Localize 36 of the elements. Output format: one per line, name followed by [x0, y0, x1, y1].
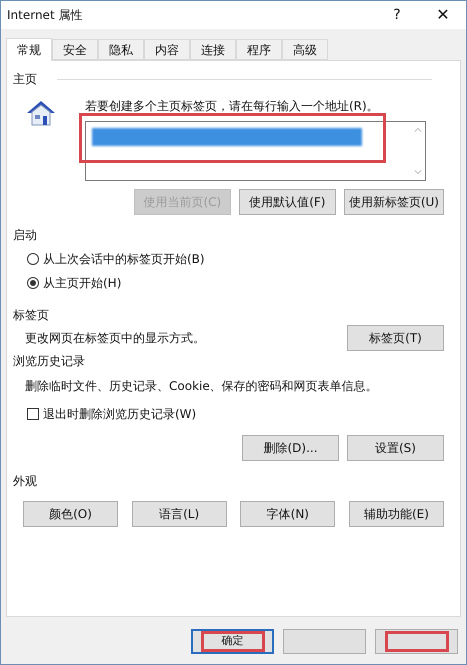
- dialog-button[interactable]: 字体(N): [240, 501, 336, 527]
- tab[interactable]: 程序: [236, 39, 282, 60]
- section-heading: 浏览历史记录: [13, 353, 85, 370]
- scroll-up-icon[interactable]: [414, 126, 422, 134]
- tab[interactable]: 连接: [190, 39, 236, 60]
- tab[interactable]: 安全: [52, 39, 98, 60]
- section-heading: 启动: [13, 227, 37, 244]
- dialog-button[interactable]: 使用新标签页(U): [344, 189, 444, 215]
- dialog-button[interactable]: 标签页(T): [347, 325, 444, 351]
- radio-label: 从上次会话中的标签页开始(B): [43, 251, 205, 268]
- section-heading: 标签页: [13, 307, 49, 324]
- tab[interactable]: 高级: [282, 39, 328, 60]
- tab[interactable]: 内容: [144, 39, 190, 60]
- checkbox[interactable]: [27, 408, 39, 420]
- instruction-text: 若要创建多个主页标签页，请在每行输入一个地址(R)。: [85, 98, 380, 115]
- dialog-button[interactable]: 辅助功能(E): [348, 501, 444, 527]
- dialog-button[interactable]: 设置(S): [347, 435, 444, 461]
- description-text: 更改网页在标签页中的显示方式。: [25, 330, 205, 347]
- dialog-button[interactable]: 使用默认值(F): [238, 189, 336, 215]
- dialog-button[interactable]: 颜色(O): [23, 501, 118, 527]
- checkbox-label: 退出时删除浏览历史记录(W): [43, 406, 196, 423]
- window-title: Internet 属性: [7, 7, 82, 24]
- scroll-down-icon[interactable]: [414, 168, 422, 176]
- section-heading: 主页: [13, 71, 37, 88]
- radio-button[interactable]: [27, 253, 39, 265]
- help-button[interactable]: ?: [374, 1, 420, 29]
- tab[interactable]: 常规: [6, 38, 52, 61]
- dialog-button[interactable]: 语言(L): [132, 501, 227, 527]
- radio-button[interactable]: [27, 277, 39, 289]
- close-button[interactable]: ✕: [420, 1, 466, 29]
- radio-label: 从主页开始(H): [43, 275, 122, 292]
- section-heading: 外观: [13, 473, 37, 490]
- description-text: 删除临时文件、历史记录、Cookie、保存的密码和网页表单信息。: [25, 378, 379, 395]
- dialog-button[interactable]: 删除(D)...: [242, 435, 339, 461]
- tab[interactable]: 隐私: [98, 39, 144, 60]
- address-field[interactable]: [85, 121, 426, 181]
